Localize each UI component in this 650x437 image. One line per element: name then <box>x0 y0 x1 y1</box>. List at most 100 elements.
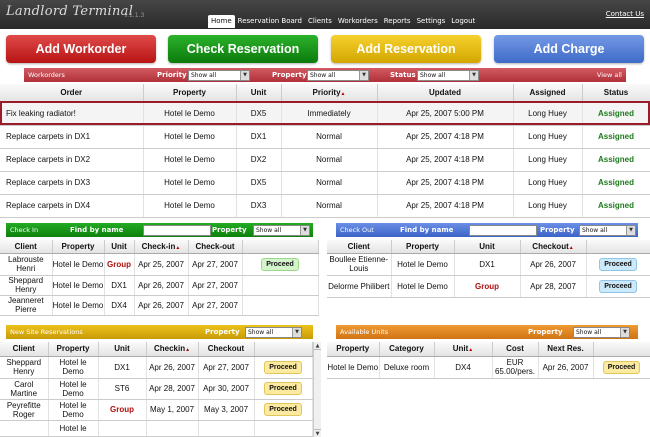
property-cell: Hotel le Demo <box>48 378 99 400</box>
priority-cell: Normal <box>281 148 378 172</box>
col-order[interactable]: Order <box>0 84 144 102</box>
units-header-row: Property Category Unit▲ Cost Next Res. <box>327 342 650 357</box>
add-charge-button[interactable]: Add Charge <box>494 35 644 63</box>
table-row[interactable]: Hotel le <box>0 420 313 437</box>
col-checkout[interactable]: Check-out <box>188 240 243 254</box>
table-row[interactable]: Replace carpets in DX2 Hotel le Demo DX2… <box>0 148 650 172</box>
nav-home[interactable]: Home <box>208 15 235 28</box>
col-property[interactable]: Property <box>143 84 237 102</box>
check-reservation-button[interactable]: Check Reservation <box>168 35 318 63</box>
col-unit[interactable]: Unit▲ <box>434 342 493 357</box>
table-row[interactable]: Delorme Philibert Hotel le Demo Group Ap… <box>327 275 650 298</box>
priority-filter-select[interactable]: Show all ▼ <box>188 69 250 81</box>
col-checkout[interactable]: Checkout▲ <box>520 240 587 254</box>
nav-workorders[interactable]: Workorders <box>335 15 381 28</box>
checkin-table: Client Property Unit Check-in▲ Check-out… <box>0 240 319 316</box>
col-checkout-label: Checkout <box>532 241 569 251</box>
table-row[interactable]: Replace carpets in DX4 Hotel le Demo DX3… <box>0 194 650 218</box>
add-reservation-button[interactable]: Add Reservation <box>331 35 481 63</box>
action-cell: Proceed <box>593 356 650 379</box>
workorders-filter-bar: Workorders Priority Show all ▼ Property S… <box>24 68 626 82</box>
proceed-button[interactable]: Proceed <box>602 360 641 374</box>
col-updated[interactable]: Updated <box>377 84 514 102</box>
checkin-cell: Apr 26, 2007 <box>134 295 189 316</box>
table-row[interactable]: Hotel le Demo Deluxe room DX4 EUR 65.00/… <box>327 356 650 379</box>
scroll-up-icon[interactable]: ▲ <box>314 342 321 350</box>
proceed-button[interactable]: Proceed <box>599 257 637 271</box>
col-property[interactable]: Property <box>391 240 455 254</box>
col-checkin[interactable]: Check-in▲ <box>134 240 189 254</box>
sort-up-icon: ▲ <box>468 347 474 354</box>
table-row[interactable]: Sheppard Henry Hotel le Demo DX1 Apr 26,… <box>0 356 313 379</box>
assigned-cell: Long Huey <box>513 194 583 218</box>
scroll-down-icon[interactable]: ▼ <box>314 429 321 437</box>
table-row[interactable]: Sheppard Henry Hotel le Demo DX1 Apr 26,… <box>0 275 319 296</box>
unit-cell: DX5 <box>236 101 282 126</box>
col-property[interactable]: Property <box>327 342 380 357</box>
table-row[interactable]: Fix leaking radiator! Hotel le Demo DX5 … <box>0 101 650 126</box>
col-checkin[interactable]: Checkin▲ <box>146 342 199 357</box>
status-filter-select[interactable]: Show all ▼ <box>417 69 479 81</box>
col-client[interactable]: Client <box>327 240 392 254</box>
units-filter-bar: Available Units Property Show all ▼ <box>336 325 638 339</box>
sort-up-icon: ▲ <box>175 244 181 251</box>
nav-reservation-board[interactable]: Reservation Board <box>235 15 305 28</box>
table-row[interactable]: Replace carpets in DX1 Hotel le Demo DX1… <box>0 125 650 149</box>
contact-us-link[interactable]: Contact Us <box>606 10 644 18</box>
nav-settings[interactable]: Settings <box>414 15 449 28</box>
proceed-button[interactable]: Proceed <box>599 279 637 293</box>
col-client[interactable]: Client <box>0 342 49 357</box>
status-cell: Assigned <box>582 148 650 172</box>
col-checkin-label: Checkin <box>153 344 186 354</box>
table-row[interactable]: Replace carpets in DX3 Hotel le Demo DX5… <box>0 171 650 195</box>
nav-logout[interactable]: Logout <box>448 15 478 28</box>
col-unit[interactable]: Unit <box>104 240 135 254</box>
action-cell <box>254 420 313 437</box>
nav-reports[interactable]: Reports <box>381 15 414 28</box>
table-row[interactable]: Labrouste Henri Hotel le Demo Group Apr … <box>0 253 319 276</box>
unit-cell: DX1 <box>236 125 282 149</box>
view-all-link[interactable]: View all <box>597 71 622 79</box>
col-property[interactable]: Property <box>52 240 105 254</box>
units-property-select[interactable]: Show all ▼ <box>573 326 630 338</box>
table-row[interactable]: Jeanneret Pierre Hotel le Demo DX4 Apr 2… <box>0 295 319 316</box>
table-row[interactable]: Carol Martine Hotel le Demo ST6 Apr 28, … <box>0 378 313 400</box>
col-category[interactable]: Category <box>379 342 435 357</box>
checkin-name-input[interactable] <box>143 224 211 236</box>
property-cell: Hotel le Demo <box>143 194 237 218</box>
col-next-res[interactable]: Next Res. <box>538 342 594 357</box>
newsite-property-select[interactable]: Show all ▼ <box>245 326 302 338</box>
checkin-property-select[interactable]: Show all ▼ <box>253 224 310 236</box>
col-checkout[interactable]: Checkout <box>198 342 255 357</box>
col-unit[interactable]: Unit <box>454 240 521 254</box>
col-cost[interactable]: Cost <box>492 342 539 357</box>
property-filter-select[interactable]: Show all ▼ <box>307 69 369 81</box>
proceed-button[interactable]: Proceed <box>264 382 302 395</box>
table-row[interactable]: Boullee Etienne-Louis Hotel le Demo DX1 … <box>327 253 650 276</box>
col-property[interactable]: Property <box>48 342 99 357</box>
col-priority[interactable]: Priority▲ <box>281 84 378 102</box>
checkout-property-select[interactable]: Show all ▼ <box>579 224 636 236</box>
unit-cell: DX4 <box>434 356 493 379</box>
table-row[interactable]: Peyrefitte Roger Hotel le Demo Group May… <box>0 399 313 421</box>
checkout-cell: Apr 27, 2007 <box>198 356 255 379</box>
col-unit[interactable]: Unit <box>98 342 147 357</box>
col-assigned[interactable]: Assigned <box>513 84 583 102</box>
checkout-cell: Apr 27, 2007 <box>188 275 243 296</box>
checkout-find-label: Find by name <box>400 225 454 234</box>
proceed-button[interactable]: Proceed <box>264 403 302 416</box>
proceed-button[interactable]: Proceed <box>261 257 299 271</box>
col-status[interactable]: Status <box>582 84 650 102</box>
add-workorder-button[interactable]: Add Workorder <box>6 35 156 63</box>
newsite-scrollbar[interactable]: ▲ ▼ <box>313 342 321 437</box>
client-cell: Sheppard Henry <box>0 356 49 379</box>
col-client[interactable]: Client <box>0 240 53 254</box>
property-cell: Hotel le Demo <box>391 275 455 298</box>
order-cell: Fix leaking radiator! <box>0 101 144 126</box>
checkout-name-input[interactable] <box>469 224 537 236</box>
units-table: Property Category Unit▲ Cost Next Res. H… <box>327 342 650 379</box>
nav-clients[interactable]: Clients <box>305 15 335 28</box>
col-unit[interactable]: Unit <box>236 84 282 102</box>
proceed-button[interactable]: Proceed <box>264 360 302 374</box>
checkout-cell: Apr 30, 2007 <box>198 378 255 400</box>
